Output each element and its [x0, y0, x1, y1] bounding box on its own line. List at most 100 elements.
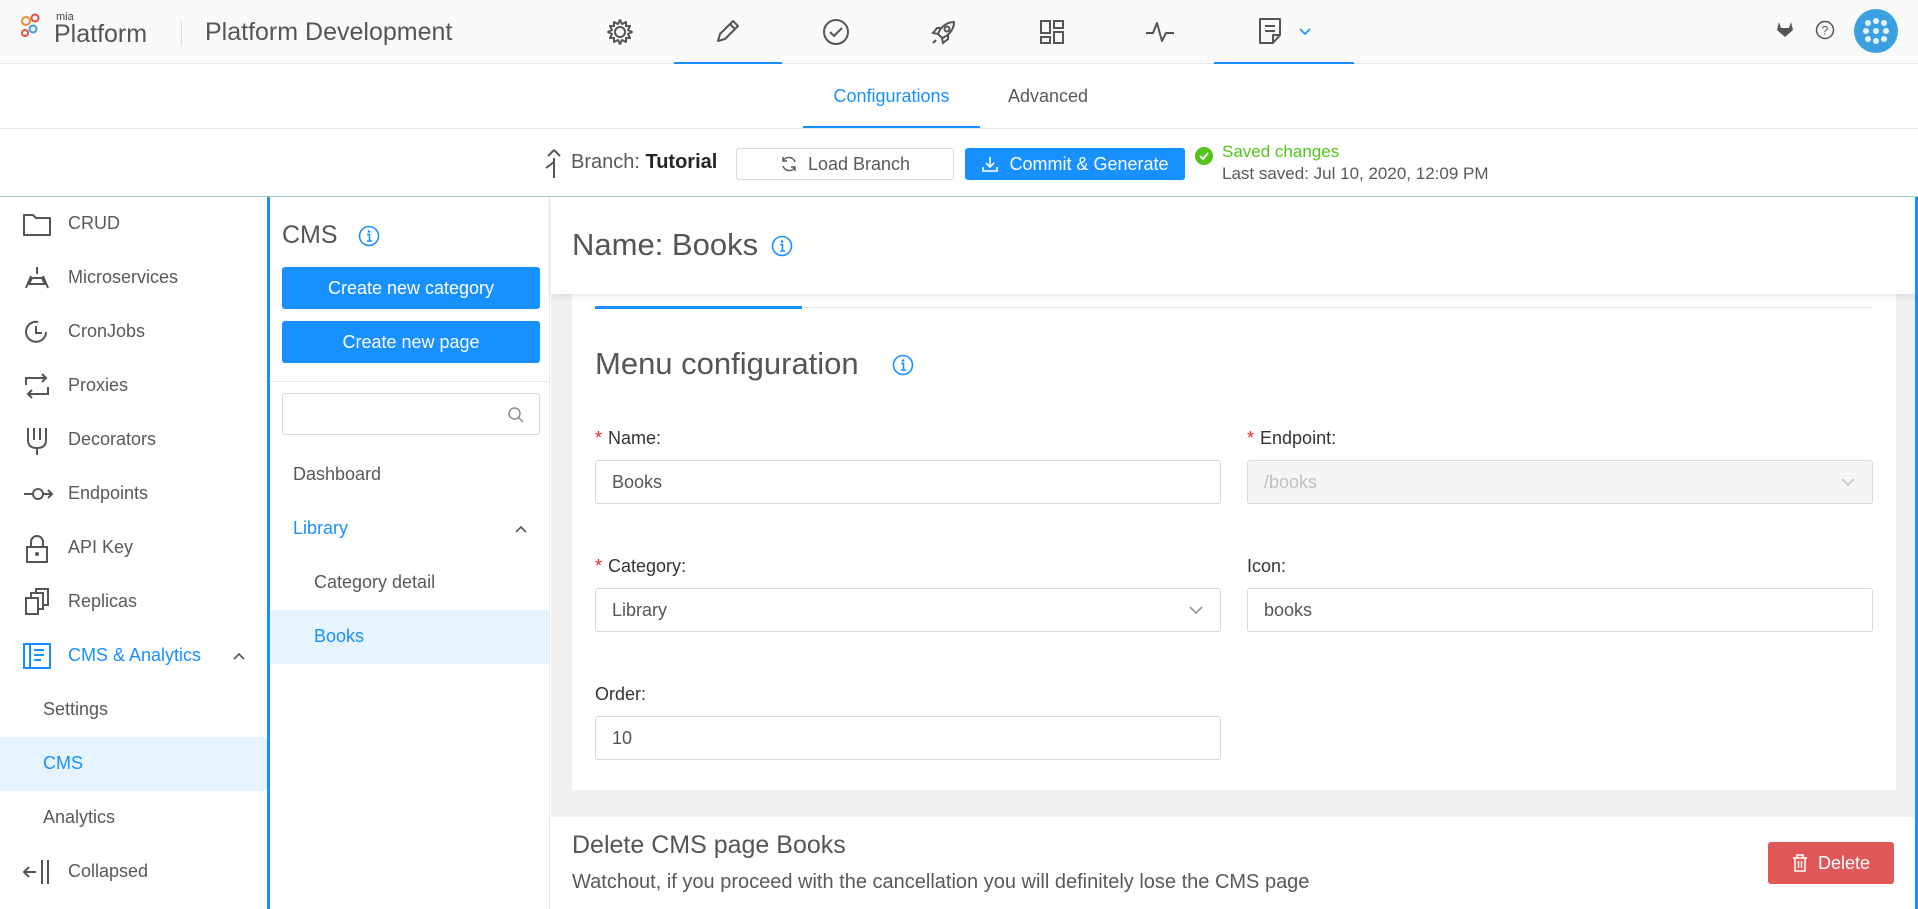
category-label: * Category: — [595, 556, 687, 576]
delete-description: Watchout, if you proceed with the cancel… — [572, 871, 1310, 893]
sync-icon — [782, 156, 796, 172]
sidebar-item-label: CronJobs — [68, 321, 146, 341]
pencil-icon — [717, 20, 739, 42]
sidebar-item-label: CMS & Analytics — [68, 645, 202, 665]
sidebar-item-analytics[interactable]: Analytics — [0, 791, 267, 845]
cms-pages-panel: CMS Create new category Create new page … — [270, 197, 550, 909]
icon-field[interactable]: books — [1247, 588, 1873, 632]
nav-review[interactable] — [808, 0, 864, 64]
user-avatar[interactable] — [1854, 9, 1898, 53]
cms-title: CMS — [282, 221, 338, 249]
nav-settings[interactable] — [592, 0, 648, 64]
order-label: Order: — [595, 684, 647, 704]
last-saved-timestamp: Last saved: Jul 10, 2020, 12:09 PM — [1222, 164, 1489, 183]
sidebar-item-replicas[interactable]: Replicas — [0, 575, 267, 629]
gitlab-icon[interactable] — [1776, 20, 1794, 38]
load-branch-button[interactable]: Load Branch — [736, 148, 954, 180]
tab-advanced[interactable]: Advanced — [990, 64, 1106, 128]
sidebar: CRUD Microservices CronJobs Proxies Deco… — [0, 197, 270, 909]
name-label: * Name: — [595, 428, 662, 448]
page-header: Name: Books — [551, 197, 1915, 294]
sidebar-item-label: Collapsed — [68, 861, 149, 881]
svg-text:?: ? — [1822, 24, 1829, 38]
sidebar-item-label: Microservices — [68, 267, 179, 287]
collapse-icon — [22, 860, 49, 884]
top-navbar: mia Platform Platform Development ? — [0, 0, 1918, 64]
tree-item-library[interactable]: Library — [270, 502, 549, 556]
sidebar-item-label: Settings — [43, 699, 109, 719]
chevron-up-icon — [515, 525, 527, 533]
nav-design[interactable] — [674, 0, 782, 64]
endpoint-select: /books — [1247, 460, 1873, 504]
endpoint-value: /books — [1264, 472, 1318, 492]
tree-item-label: Books — [314, 626, 365, 646]
sidebar-collapse-toggle[interactable]: Collapsed — [0, 845, 267, 899]
trash-icon — [1792, 854, 1807, 872]
section-tabs: Configurations Advanced — [0, 64, 1918, 129]
nav-deploy[interactable] — [916, 0, 972, 64]
sidebar-item-label: Proxies — [68, 375, 129, 395]
sidebar-item-label: Decorators — [68, 429, 157, 449]
load-branch-label: Load Branch — [807, 153, 911, 174]
sidebar-item-cms[interactable]: CMS — [0, 737, 267, 791]
sidebar-item-label: Endpoints — [68, 483, 149, 503]
sidebar-item-decorators[interactable]: Decorators — [0, 413, 267, 467]
check-circle-filled-icon — [1195, 147, 1213, 165]
branch-label: Branch: Tutorial — [571, 151, 717, 174]
search-field — [282, 393, 540, 435]
divider — [270, 381, 549, 382]
category-select[interactable]: Library — [595, 588, 1221, 632]
document-icon — [1259, 18, 1281, 44]
logo[interactable]: mia Platform — [20, 8, 147, 48]
info-icon[interactable] — [358, 225, 380, 247]
name-field[interactable]: Books — [595, 460, 1221, 504]
sidebar-item-label: CMS — [43, 753, 83, 773]
search-input[interactable] — [293, 394, 503, 432]
nav-monitoring[interactable] — [1132, 0, 1188, 64]
project-title: Platform Development — [205, 18, 453, 46]
menu-configuration-card: Menu configuration * Name: Books * Endpoin… — [572, 294, 1896, 790]
info-icon[interactable] — [892, 354, 914, 376]
tree-item-books[interactable]: Books — [270, 610, 549, 664]
tree-item-label: Dashboard — [293, 464, 382, 484]
tree-item-category-detail[interactable]: Category detail — [270, 556, 549, 610]
logo-mark-icon — [20, 13, 50, 43]
nav-dashboard[interactable] — [1024, 0, 1080, 64]
sidebar-item-endpoints[interactable]: Endpoints — [0, 467, 267, 521]
folder-icon — [23, 214, 51, 236]
delete-section: Delete CMS page Books Watchout, if you p… — [551, 817, 1915, 909]
cms-icon — [23, 643, 51, 669]
sidebar-item-label: Replicas — [68, 591, 138, 611]
order-field[interactable]: 10 — [595, 716, 1221, 760]
sidebar-item-proxies[interactable]: Proxies — [0, 359, 267, 413]
sidebar-item-crud[interactable]: CRUD — [0, 197, 267, 251]
delete-button[interactable]: Delete — [1768, 842, 1894, 884]
logo-text: Platform — [54, 20, 148, 48]
category-value: Library — [612, 600, 668, 620]
tab-configurations[interactable]: Configurations — [803, 64, 980, 128]
nav-documentation[interactable] — [1214, 0, 1354, 64]
sidebar-item-label: CRUD — [68, 213, 120, 233]
tree-item-label: Category detail — [314, 572, 436, 592]
commit-generate-button[interactable]: Commit & Generate — [965, 148, 1185, 180]
info-icon[interactable] — [771, 235, 793, 257]
chevron-up-icon — [233, 652, 245, 660]
sidebar-item-cronjobs[interactable]: CronJobs — [0, 305, 267, 359]
tree-item-label: Library — [293, 518, 349, 538]
sidebar-item-settings[interactable]: Settings — [0, 683, 267, 737]
help-icon[interactable]: ? — [1815, 20, 1835, 40]
gear-icon — [607, 19, 633, 45]
clock-icon — [25, 320, 47, 343]
commit-generate-label: Commit & Generate — [1009, 153, 1169, 174]
sidebar-item-api-key[interactable]: API Key — [0, 521, 267, 575]
search-icon[interactable] — [507, 406, 525, 424]
sidebar-item-cms-analytics[interactable]: CMS & Analytics — [0, 629, 267, 683]
tree-item-dashboard[interactable]: Dashboard — [270, 448, 549, 502]
create-category-button[interactable]: Create new category — [282, 267, 540, 309]
endpoint-label: * Endpoint: — [1247, 428, 1337, 448]
create-page-button[interactable]: Create new page — [282, 321, 540, 363]
chevron-down-icon — [1299, 28, 1311, 36]
sidebar-item-microservices[interactable]: Microservices — [0, 251, 267, 305]
tab-active-indicator — [595, 306, 802, 309]
page-title: Name: Books — [572, 227, 759, 262]
